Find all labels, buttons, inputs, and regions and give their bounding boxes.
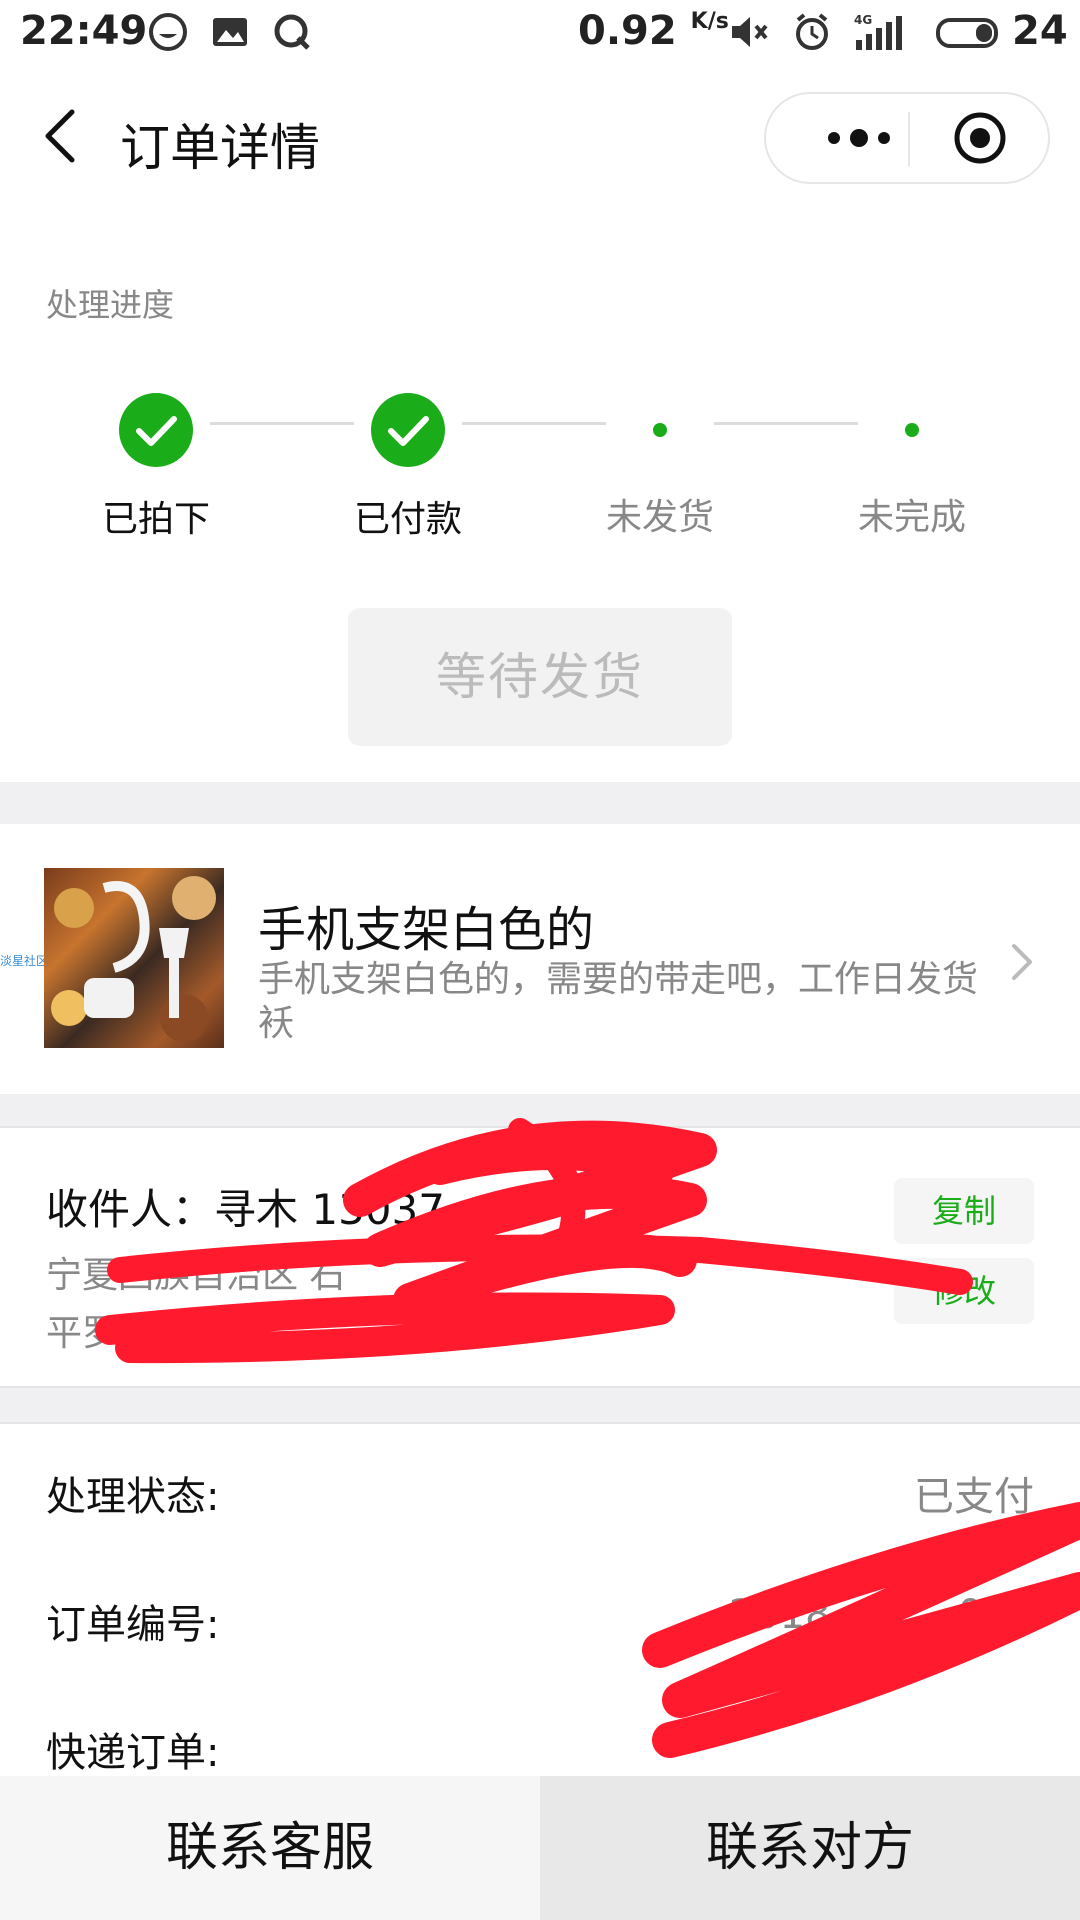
step-pending-dot xyxy=(653,423,667,437)
recipient-name-phone: 收件人：寻木 13037 xyxy=(46,1185,445,1234)
product-thumbnail xyxy=(44,868,224,1048)
network-speed: 0.92 K/s xyxy=(578,8,729,54)
watermark-text: 淡星社区 xyxy=(0,954,49,968)
section-divider xyxy=(0,1094,1080,1128)
status-value: 已支付 xyxy=(914,1474,1034,1520)
product-title: 手机支架白色的 xyxy=(258,902,595,958)
alarm-icon xyxy=(796,13,828,50)
more-dots-icon[interactable] xyxy=(804,110,914,166)
address-line: 宁夏回族自治区 石 xyxy=(46,1255,346,1296)
step-complete-check-icon xyxy=(119,393,193,467)
progress-connector xyxy=(462,422,606,425)
status-label: 处理状态: xyxy=(46,1474,220,1520)
svg-text:4G: 4G xyxy=(854,13,872,27)
image-notification-icon xyxy=(213,18,247,46)
network-speed-value: 0.92 xyxy=(578,8,677,54)
back-arrow-icon[interactable] xyxy=(36,106,86,166)
order-number-value: 2018 000 xyxy=(728,1592,1034,1638)
progress-connector xyxy=(210,422,354,425)
page-title: 订单详情 xyxy=(120,119,320,177)
progress-connector xyxy=(714,422,858,425)
progress-section-label: 处理进度 xyxy=(46,286,175,324)
status-time: 22:49 xyxy=(20,8,148,54)
chevron-right-icon[interactable] xyxy=(1008,940,1038,984)
contact-seller-button[interactable]: 联系对方 xyxy=(540,1776,1080,1920)
status-bar: 22:49 0.92 K/s 4G 24 xyxy=(0,0,1080,66)
express-order-label: 快递订单: xyxy=(46,1730,220,1776)
product-description: 手机支架白色的，需要的带走吧，工作日发货袄 xyxy=(258,959,979,1044)
awaiting-shipment-button: 等待发货 xyxy=(348,608,732,746)
battery-level: 24 xyxy=(1012,8,1068,54)
section-divider xyxy=(0,1386,1080,1424)
signal-4g-icon: 4G xyxy=(854,13,902,50)
mute-icon xyxy=(732,17,768,47)
order-number-label: 订单编号: xyxy=(46,1602,220,1648)
edit-address-button[interactable]: 修改 xyxy=(894,1258,1034,1324)
capsule-divider xyxy=(908,112,910,166)
copy-address-button[interactable]: 复制 xyxy=(894,1178,1034,1244)
step-pending-dot xyxy=(905,423,919,437)
app-notification-icon xyxy=(149,13,187,51)
step-label: 已付款 xyxy=(353,499,462,540)
network-speed-unit: K/s xyxy=(690,9,729,34)
product-card[interactable]: 淡星社区 手机支架白色的 手机支架白色的，需要的带走吧，工作日发货袄 xyxy=(0,824,1080,1094)
close-miniprogram-icon[interactable] xyxy=(950,110,1010,166)
q-notification-icon xyxy=(274,14,310,50)
step-label: 已拍下 xyxy=(101,499,210,540)
nav-bar: 订单详情 xyxy=(0,66,1080,206)
miniprogram-capsule xyxy=(764,92,1050,184)
address-line: 平罗县 xyxy=(46,1313,155,1354)
step-complete-check-icon xyxy=(371,393,445,467)
contact-customer-service-button[interactable]: 联系客服 xyxy=(0,1776,540,1920)
section-divider xyxy=(0,782,1080,824)
step-label: 未发货 xyxy=(605,497,714,538)
step-label: 未完成 xyxy=(857,497,966,538)
battery-icon xyxy=(936,18,998,48)
